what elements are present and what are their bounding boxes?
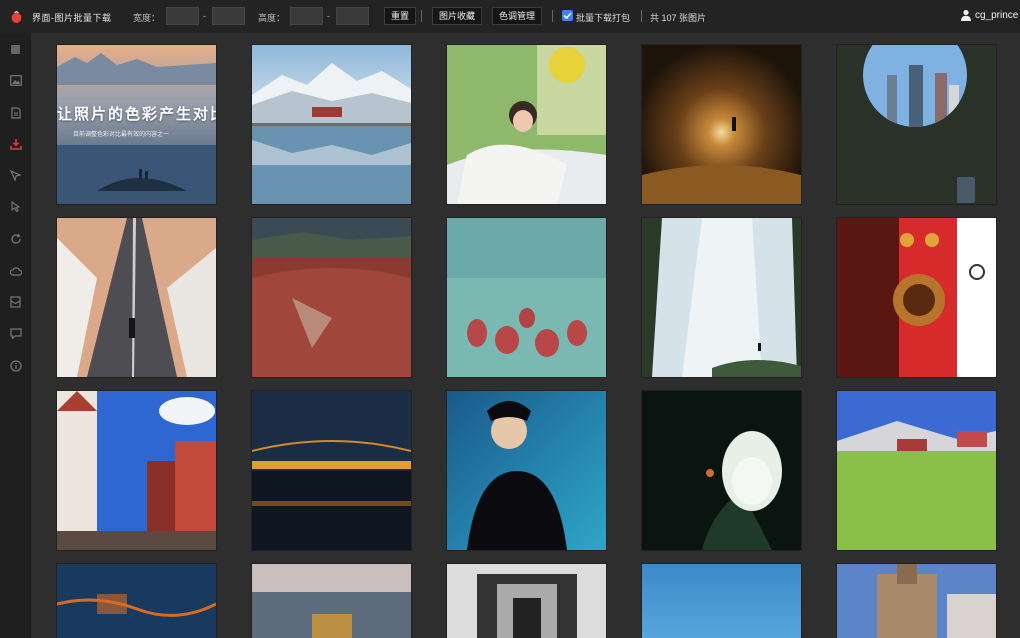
white-lotus-image [642,391,801,550]
toolbar-divider [552,10,553,22]
woman-portrait-photo[interactable] [447,391,606,550]
image-count: 共 107 张图片 [650,13,707,23]
bw-corridor-photo[interactable] [447,564,606,638]
height-max-input[interactable] [336,7,369,25]
cloud-icon[interactable] [9,264,22,277]
user-menu[interactable]: cg_prince [960,9,1018,21]
tile-subtitle-text: 目前调整色彩对比最有效的内容之一 [73,132,170,138]
app-logo-icon [11,11,22,24]
image-icon[interactable] [9,74,22,87]
width-label: 宽度： [133,13,161,23]
castle-photo[interactable] [837,564,996,638]
meadow-house-photo[interactable] [837,391,996,550]
forest-tunnel-photo[interactable] [642,45,801,204]
blue-sea-photo[interactable] [642,564,801,638]
sidebar [0,33,31,638]
red-door-knocker-photo[interactable] [837,218,996,377]
pointer-icon[interactable] [9,200,22,213]
city-night-aerial-image [57,564,216,638]
round-window-city-photo[interactable] [837,45,996,204]
monks-lake-image [447,218,606,377]
night-bridge-image [252,391,411,550]
castle-image [837,564,996,638]
tile-overlay: 让照片的色彩产生对比 目前调整色彩对比最有效的内容之一 [57,45,216,204]
round-window-city-image [837,45,996,204]
height-label: 高度： [258,13,286,23]
top-toolbar: 界面-图片批量下载 宽度： - 高度： - 重置 图片收藏 色调管理 批量下载打… [0,0,1020,33]
document-icon[interactable] [9,106,22,119]
square-icon[interactable] [9,43,22,56]
width-max-input[interactable] [212,7,245,25]
tone-manage-button[interactable]: 色调管理 [492,7,543,25]
width-dash: - [203,11,206,21]
city-night-aerial-photo[interactable] [57,564,216,638]
waterfall-photo[interactable] [642,218,801,377]
mail-icon[interactable] [9,295,22,308]
white-lotus-photo[interactable] [642,391,801,550]
meadow-house-image [837,391,996,550]
bw-corridor-image [447,564,606,638]
reset-button[interactable]: 重置 [384,7,417,25]
snow-mountain-palace-image [252,45,411,204]
cursor-icon[interactable] [9,169,22,182]
snow-road-person-image [57,218,216,377]
toolbar-divider [421,10,422,22]
forest-tunnel-image [642,45,801,204]
misty-mountains-photo[interactable]: 让照片的色彩产生对比 目前调整色彩对比最有效的内容之一 [57,45,216,204]
username: cg_prince [975,9,1019,21]
download-icon[interactable] [9,137,22,150]
girl-sitting-image [447,45,606,204]
snow-mountain-palace-photo[interactable] [252,45,411,204]
girl-sitting-photo[interactable] [447,45,606,204]
chat-icon[interactable] [9,327,22,340]
snow-road-person-photo[interactable] [57,218,216,377]
monastery-town-image [252,218,411,377]
monks-lake-photo[interactable] [447,218,606,377]
favorites-button[interactable]: 图片收藏 [432,7,483,25]
night-bridge-photo[interactable] [252,391,411,550]
app-title: 界面-图片批量下载 [32,13,112,23]
user-icon [961,9,971,21]
batch-download-label[interactable]: 批量下载打包 [576,11,630,24]
refresh-icon[interactable] [9,232,22,245]
sunset-lake-image [252,564,411,638]
european-street-image [57,391,216,550]
blue-sea-image [642,564,801,638]
image-grid: 让照片的色彩产生对比 目前调整色彩对比最有效的内容之一 [31,33,1020,638]
height-dash: - [327,11,330,21]
info-icon[interactable] [9,359,22,372]
european-street-photo[interactable] [57,391,216,550]
tile-title-text: 让照片的色彩产生对比 [57,106,216,123]
toolbar-divider [641,10,642,22]
height-min-input[interactable] [290,7,323,25]
waterfall-image [642,218,801,377]
batch-download-checkbox[interactable] [562,10,573,21]
width-min-input[interactable] [166,7,199,25]
monastery-town-photo[interactable] [252,218,411,377]
red-door-knocker-image [837,218,996,377]
sunset-lake-photo[interactable] [252,564,411,638]
woman-portrait-image [447,391,606,550]
